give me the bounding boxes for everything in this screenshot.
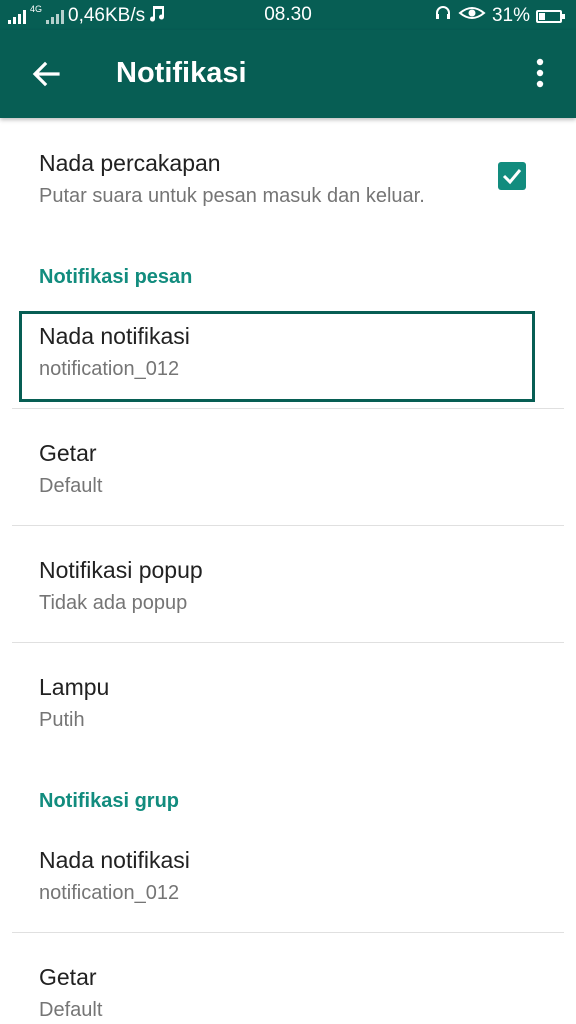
item-subtitle: Default xyxy=(39,475,103,497)
message-light[interactable]: Lampu Putih xyxy=(12,643,564,759)
item-title: Lampu xyxy=(39,674,110,700)
item-subtitle: Putih xyxy=(39,709,85,731)
status-right: 31% xyxy=(434,4,565,28)
headset-icon xyxy=(434,4,452,28)
focus-highlight xyxy=(19,311,535,402)
eye-icon xyxy=(458,5,486,27)
section-header-group: Notifikasi grup xyxy=(39,790,180,812)
page-title: Notifikasi xyxy=(116,57,247,89)
item-title: Notifikasi popup xyxy=(39,557,203,583)
conversation-tone-title: Nada percakapan xyxy=(39,150,221,176)
item-subtitle: Tidak ada popup xyxy=(39,592,188,614)
conversation-tone-subtitle: Putar suara untuk pesan masuk dan keluar… xyxy=(39,185,425,207)
message-popup-notification[interactable]: Notifikasi popup Tidak ada popup xyxy=(12,526,564,642)
conversation-tone-setting[interactable]: Nada percakapan Putar suara untuk pesan … xyxy=(12,140,564,230)
item-title: Getar xyxy=(39,440,97,466)
battery-percent: 31% xyxy=(491,5,530,26)
item-subtitle: Default xyxy=(39,999,103,1021)
message-vibrate[interactable]: Getar Default xyxy=(12,409,564,525)
app-bar: Notifikasi xyxy=(0,30,576,118)
item-subtitle: notification_012 xyxy=(39,882,180,904)
status-bar: 4G 0,46KB/s 08.30 31% xyxy=(0,0,576,30)
conversation-tone-checkbox[interactable] xyxy=(498,162,526,190)
item-title: Getar xyxy=(39,964,97,990)
group-vibrate[interactable]: Getar Default xyxy=(12,933,564,1024)
back-arrow-icon[interactable] xyxy=(28,56,64,92)
item-title: Nada notifikasi xyxy=(39,847,190,873)
check-icon xyxy=(502,169,522,185)
section-header-message: Notifikasi pesan xyxy=(39,266,193,288)
battery-icon xyxy=(536,9,565,23)
group-notification-tone[interactable]: Nada notifikasi notification_012 xyxy=(12,830,564,932)
more-vert-icon[interactable] xyxy=(522,54,558,94)
